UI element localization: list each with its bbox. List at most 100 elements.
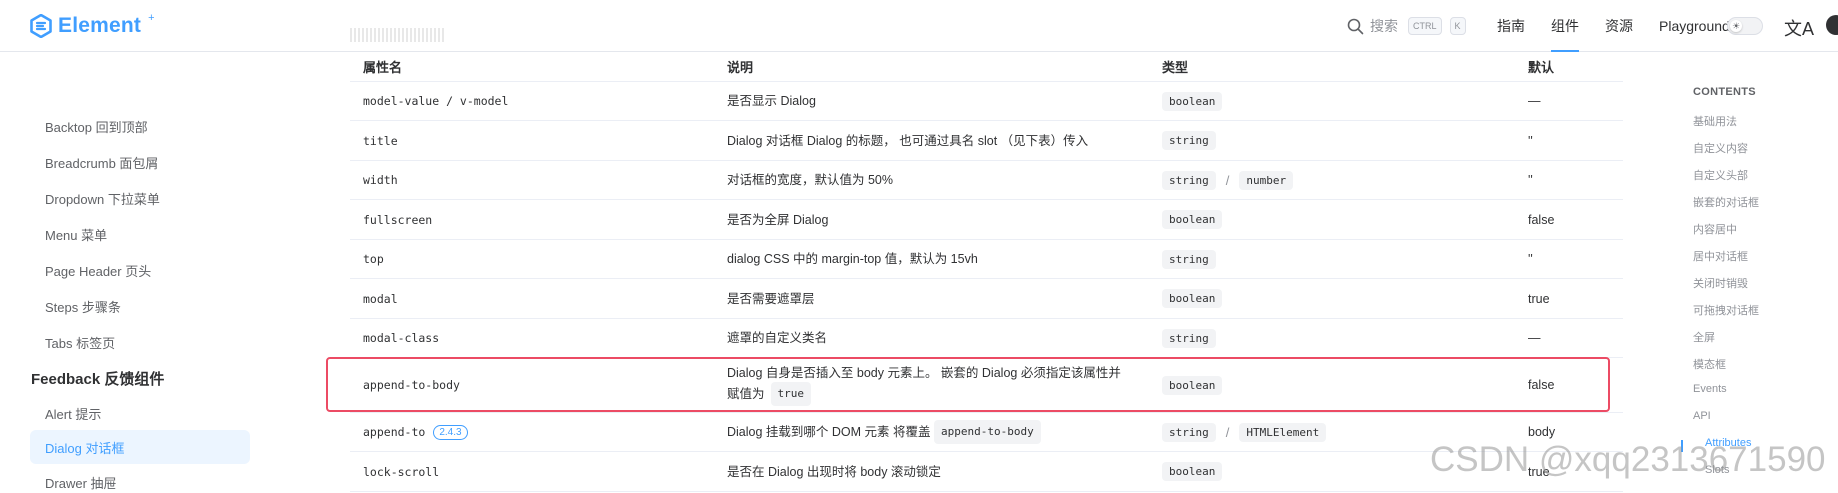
top-navbar: Element + 搜索 CTRL K 指南 组件 资源 Playground ☀ … — [0, 0, 1838, 52]
attr-type-cell: string — [1162, 121, 1216, 160]
table-row: modal-class 遮罩的自定义类名 string — — [350, 319, 1623, 358]
attr-name: append-to — [363, 425, 426, 439]
attr-name: model-value / v-model — [363, 94, 509, 108]
type-separator: / — [1225, 172, 1230, 188]
header-default: 默认 — [1528, 60, 1555, 75]
attr-type-cell: boolean — [1162, 82, 1223, 120]
attr-type-cell: boolean — [1162, 200, 1223, 239]
toc-item[interactable]: 可拖拽对话框 — [1693, 302, 1759, 318]
attr-default: — — [1528, 331, 1541, 345]
table-row: model-value / v-model 是否显示 Dialog boolea… — [350, 82, 1623, 121]
attr-type-cell: string — [1162, 319, 1216, 357]
type-tag: string — [1162, 328, 1216, 348]
header-name: 属性名 — [363, 60, 403, 75]
attr-name: title — [363, 133, 398, 148]
attr-type-cell: string / HTMLElement — [1162, 413, 1327, 451]
sidebar-item-alert[interactable]: Alert 提示 — [30, 396, 250, 430]
header-type: 类型 — [1162, 60, 1189, 75]
main-nav: 指南 组件 资源 Playground — [1497, 0, 1730, 52]
type-tag: number — [1239, 170, 1294, 190]
nav-component[interactable]: 组件 — [1551, 0, 1579, 52]
type-tag: boolean — [1162, 210, 1223, 229]
toc-item[interactable]: 内容居中 — [1693, 221, 1737, 237]
header-description: 说明 — [727, 60, 754, 75]
nav-playground[interactable]: Playground — [1659, 0, 1730, 52]
table-row: title Dialog 对话框 Dialog 的标题， 也可通过具名 slot… — [350, 121, 1623, 161]
shortcut-key-ctrl: CTRL — [1408, 17, 1442, 35]
table-row: width 对话框的宽度，默认值为 50% string / number '' — [350, 161, 1623, 200]
attr-description: 是否显示 Dialog — [727, 94, 816, 108]
sidebar-item-page-header[interactable]: Page Header 页头 — [30, 253, 250, 287]
toc-title: CONTENTS — [1693, 86, 1756, 98]
sidebar-item-menu[interactable]: Menu 菜单 — [30, 217, 250, 251]
logo-text: Element — [58, 14, 142, 37]
attr-name: lock-scroll — [363, 464, 440, 479]
type-tag: string — [1162, 422, 1216, 442]
toc-item[interactable]: 模态框 — [1693, 356, 1726, 372]
github-icon[interactable] — [1826, 15, 1838, 35]
nav-resource[interactable]: 资源 — [1605, 0, 1633, 52]
sun-icon: ☀ — [1730, 20, 1742, 32]
search-button[interactable]: 搜索 CTRL K — [1347, 16, 1466, 36]
sidebar-group-feedback: Feedback 反馈组件 — [31, 371, 165, 388]
attr-type-cell: string — [1162, 240, 1216, 278]
type-tag: string — [1162, 131, 1216, 150]
attr-description: 是否需要遮罩层 — [727, 291, 815, 306]
attr-default: '' — [1528, 252, 1533, 266]
type-tag: boolean — [1162, 462, 1223, 481]
element-logo-icon — [30, 14, 52, 38]
attr-type-cell: boolean — [1162, 279, 1223, 318]
attr-default: true — [1528, 291, 1550, 306]
search-icon — [1347, 18, 1364, 34]
type-tag: boolean — [1162, 289, 1223, 308]
attr-type-cell: string / number — [1162, 161, 1294, 199]
shortcut-key-k: K — [1449, 17, 1466, 35]
sidebar-item-steps[interactable]: Steps 步骤条 — [30, 289, 250, 323]
sidebar-item-dropdown[interactable]: Dropdown 下拉菜单 — [30, 181, 250, 215]
attr-default: '' — [1528, 133, 1533, 148]
attr-name-cell: append-to 2.4.3 — [363, 413, 468, 451]
attr-description: Dialog 对话框 Dialog 的标题， 也可通过具名 slot （见下表）… — [727, 133, 1089, 148]
attr-name: modal-class — [363, 331, 440, 345]
logo-superscript: + — [148, 12, 155, 24]
toc-item[interactable]: 自定义头部 — [1693, 167, 1748, 183]
nav-guide[interactable]: 指南 — [1497, 0, 1525, 52]
sidebar-item-drawer[interactable]: Drawer 抽屉 — [30, 465, 250, 493]
type-separator: / — [1225, 424, 1230, 440]
decorative-hatch — [350, 28, 445, 42]
type-tag: string — [1162, 170, 1216, 190]
inline-code: append-to-body — [933, 420, 1041, 444]
sidebar-item-tabs[interactable]: Tabs 标签页 — [30, 325, 250, 359]
toc-item[interactable]: 全屏 — [1693, 329, 1715, 345]
attr-description: 遮罩的自定义类名 — [727, 331, 828, 345]
attr-name: fullscreen — [363, 212, 433, 227]
version-badge: 2.4.3 — [433, 424, 468, 440]
attr-default: — — [1528, 94, 1541, 108]
watermark: CSDN @xqq2313671590 — [1430, 440, 1826, 479]
toc-item[interactable]: Events — [1693, 383, 1727, 395]
attr-description: 是否在 Dialog 出现时将 body 滚动锁定 — [727, 464, 941, 479]
toc-item[interactable]: 自定义内容 — [1693, 140, 1748, 156]
sidebar-item-breadcrumb[interactable]: Breadcrumb 面包屑 — [30, 145, 250, 179]
search-label: 搜索 — [1370, 18, 1398, 34]
theme-toggle[interactable]: ☀ — [1727, 17, 1763, 35]
attr-name: width — [363, 173, 398, 187]
attr-description: Dialog 挂载到哪个 DOM 元素 将覆盖 append-to-body — [727, 413, 1147, 451]
sidebar-item-dialog[interactable]: Dialog 对话框 — [30, 430, 250, 464]
attr-description: 是否为全屏 Dialog — [727, 212, 829, 227]
toc-item[interactable]: 嵌套的对话框 — [1693, 194, 1759, 210]
table-row: top dialog CSS 中的 margin-top 值，默认为 15vh … — [350, 240, 1623, 279]
attr-name: modal — [363, 291, 398, 306]
attr-default: false — [1528, 212, 1555, 227]
element-logo[interactable]: Element + — [30, 12, 155, 38]
translate-icon[interactable]: 文A — [1784, 15, 1814, 41]
attr-name: top — [363, 252, 384, 266]
sidebar-item-backtop[interactable]: Backtop 回到顶部 — [30, 109, 250, 143]
type-tag: string — [1162, 249, 1216, 269]
toc-item[interactable]: 基础用法 — [1693, 113, 1737, 129]
toc-item[interactable]: 居中对话框 — [1693, 248, 1748, 264]
toc-item[interactable]: 关闭时销毁 — [1693, 275, 1748, 291]
type-tag: boolean — [1162, 91, 1223, 111]
toc-item[interactable]: API — [1693, 410, 1711, 422]
table-header-row: 属性名 说明 类型 默认 — [350, 52, 1623, 82]
